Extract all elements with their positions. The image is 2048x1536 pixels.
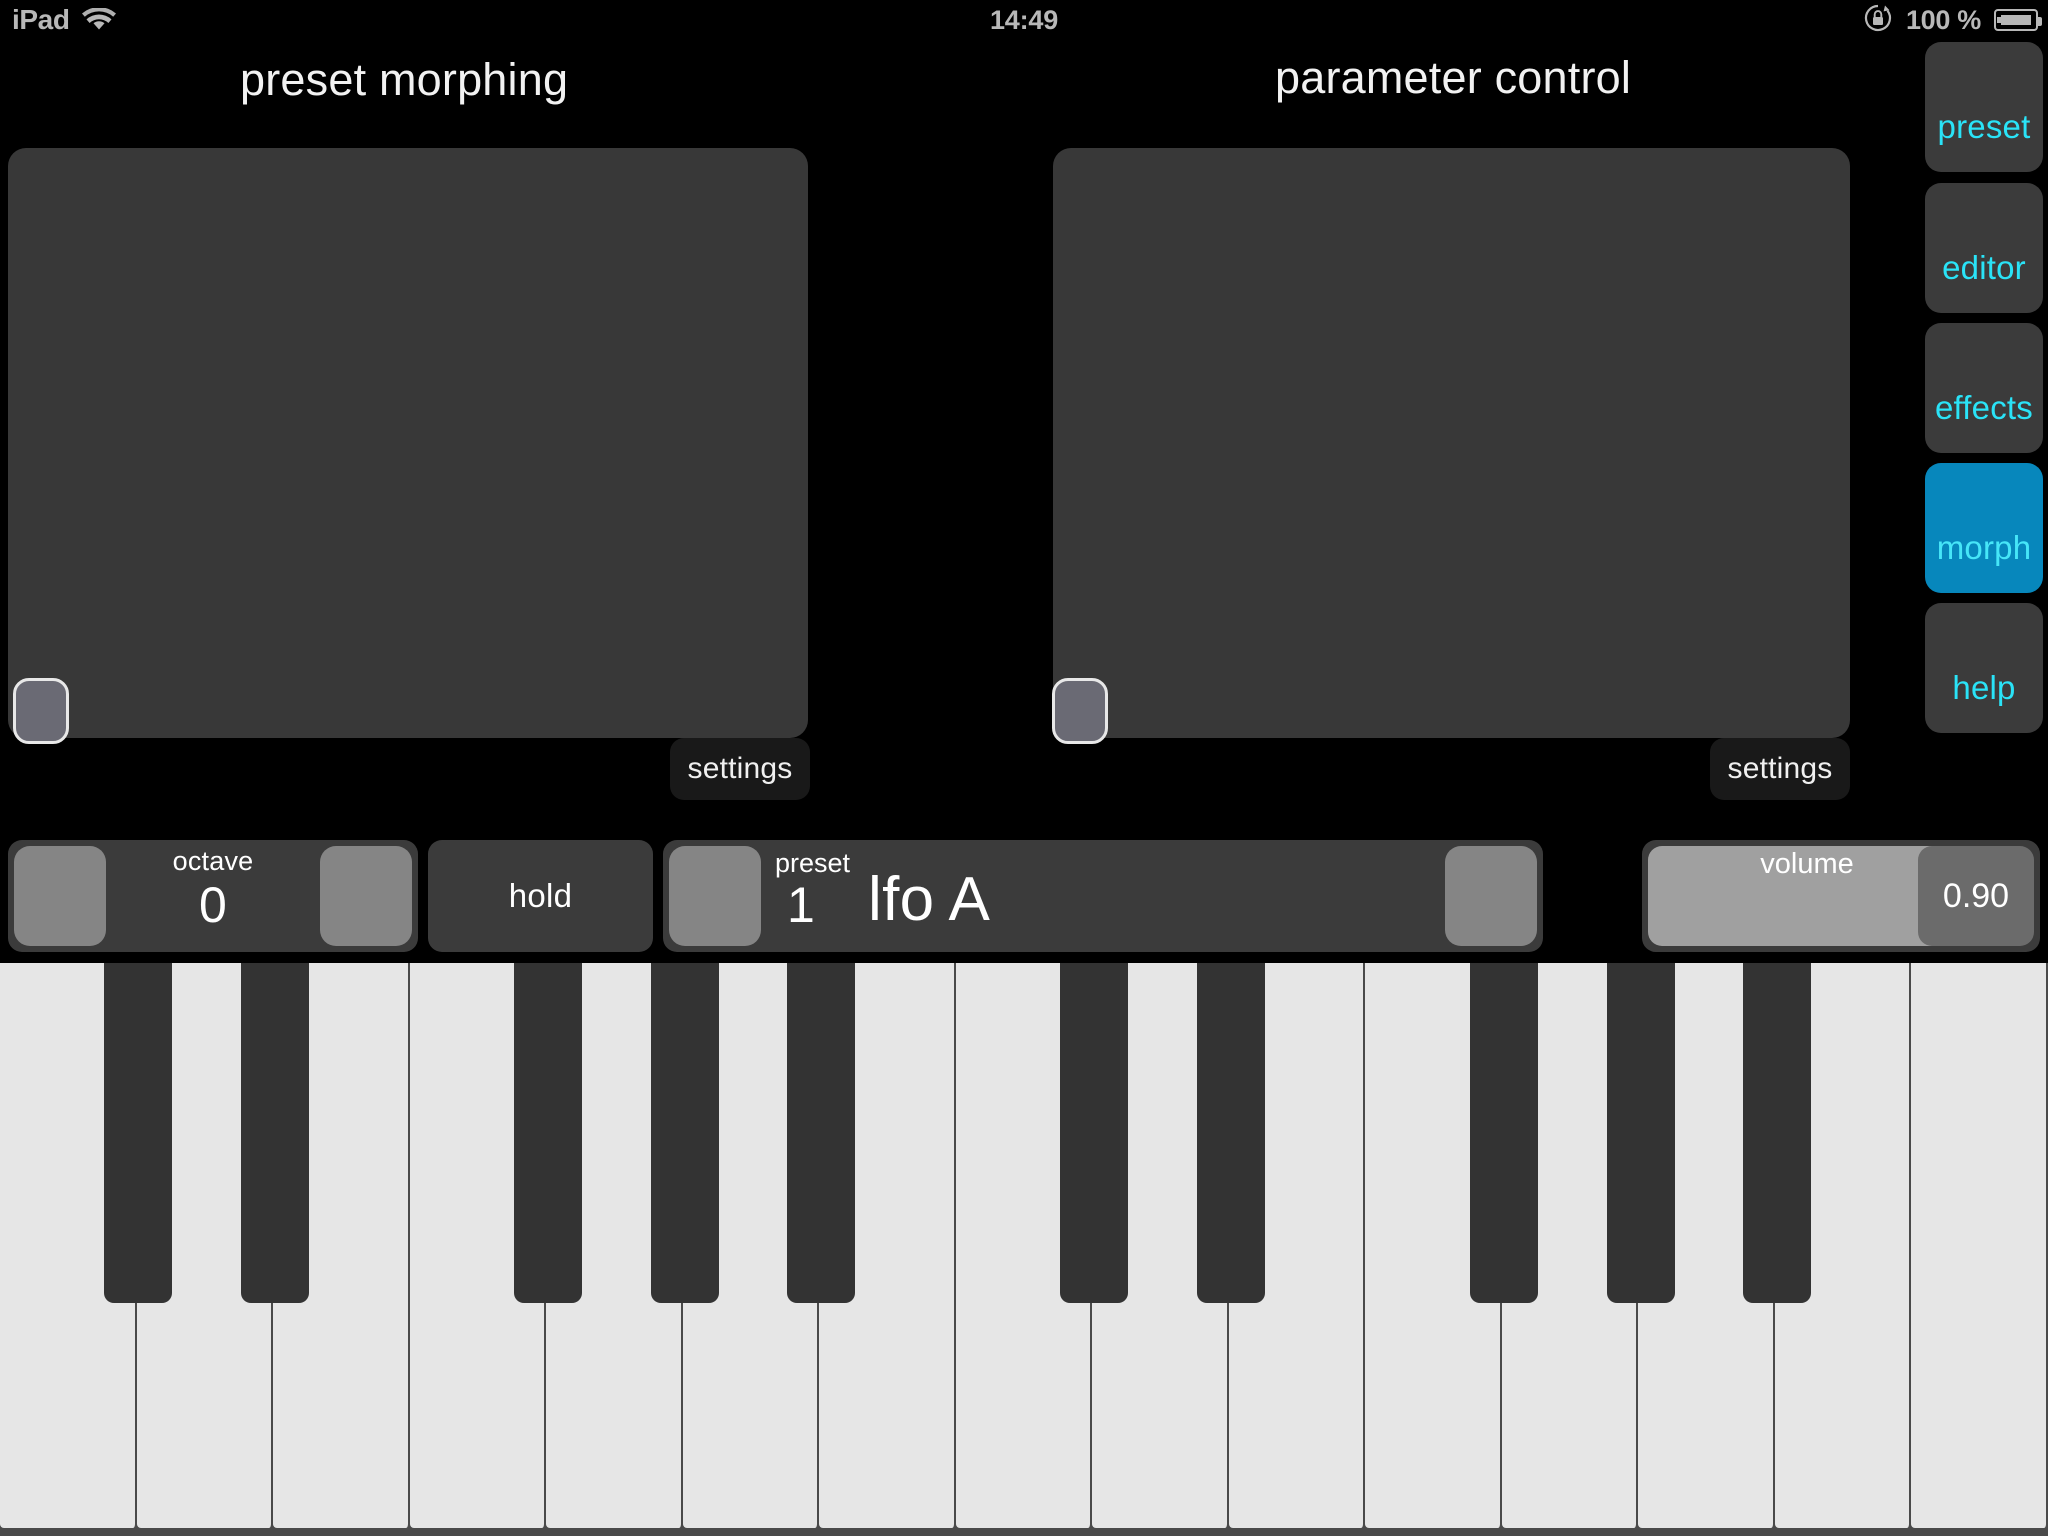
piano-black-key[interactable] <box>1743 963 1811 1303</box>
hold-label: hold <box>508 877 573 914</box>
piano-black-key[interactable] <box>787 963 855 1303</box>
piano-black-key[interactable] <box>104 963 172 1303</box>
preset-next-button[interactable] <box>1445 846 1537 946</box>
page-title-preset-morphing: preset morphing <box>240 54 569 105</box>
sidebar-item-help[interactable]: help <box>1925 603 2043 733</box>
preset-prev-button[interactable] <box>669 846 761 946</box>
sidebar-item-morph[interactable]: morph <box>1925 463 2043 593</box>
app-root: iPad 14:49 100 % preset morphing paramet… <box>0 0 2048 1536</box>
status-bar-center: 14:49 <box>0 0 2048 40</box>
page-title-parameter-control: parameter control <box>1275 52 1632 103</box>
status-bar: iPad 14:49 100 % <box>0 0 2048 40</box>
piano-black-key[interactable] <box>241 963 309 1303</box>
control-bar: octave 0 hold preset 1 lfo A volume 0.90 <box>8 840 2040 952</box>
preset-label: preset <box>775 848 851 878</box>
xy-pad-parameter-control[interactable] <box>1053 148 1850 738</box>
octave-group: octave 0 <box>8 840 418 952</box>
battery-charging-icon <box>1994 9 2042 31</box>
volume-group[interactable]: volume 0.90 <box>1642 840 2040 952</box>
clock: 14:49 <box>989 4 1059 35</box>
sidebar-item-effects[interactable]: effects <box>1925 323 2043 453</box>
octave-label: octave <box>172 846 254 876</box>
xy-pad-preset-morphing[interactable] <box>8 148 808 738</box>
preset-number: 1 <box>787 877 815 933</box>
volume-label: volume <box>1760 848 1854 880</box>
sidebar-item-label-preset: preset <box>1937 108 2031 145</box>
rotation-lock-icon <box>1863 3 1893 38</box>
sidebar-item-label-help: help <box>1952 669 2016 706</box>
octave-value: 0 <box>198 877 227 933</box>
settings-button-right[interactable]: settings <box>1710 738 1850 800</box>
xy-pad-handle-right[interactable] <box>1052 678 1108 744</box>
preset-group: preset 1 lfo A <box>663 840 1543 952</box>
settings-label-left: settings <box>687 752 793 785</box>
settings-button-left[interactable]: settings <box>670 738 810 800</box>
sidebar-item-label-morph: morph <box>1936 529 2032 566</box>
piano-black-key[interactable] <box>1197 963 1265 1303</box>
sidebar-item-label-editor: editor <box>1942 249 2026 286</box>
xy-pad-handle-left[interactable] <box>13 678 69 744</box>
sidebar-item-editor[interactable]: editor <box>1925 183 2043 313</box>
sidebar-item-label-effects: effects <box>1934 389 2033 426</box>
sidebar-item-preset[interactable]: preset <box>1925 42 2043 172</box>
status-bar-right: 100 % <box>1863 0 2042 40</box>
volume-value: 0.90 <box>1942 876 2010 915</box>
battery-percent-label: 100 % <box>1905 4 1981 35</box>
piano-black-key[interactable] <box>1060 963 1128 1303</box>
settings-label-right: settings <box>1727 752 1833 785</box>
hold-button[interactable]: hold <box>428 840 653 952</box>
piano-black-key[interactable] <box>1607 963 1675 1303</box>
piano-black-key[interactable] <box>1470 963 1538 1303</box>
preset-name: lfo A <box>868 865 991 934</box>
piano-black-key[interactable] <box>514 963 582 1303</box>
piano-black-key[interactable] <box>651 963 719 1303</box>
piano-keyboard[interactable] <box>0 963 2048 1536</box>
piano-white-key[interactable] <box>1911 963 2048 1528</box>
